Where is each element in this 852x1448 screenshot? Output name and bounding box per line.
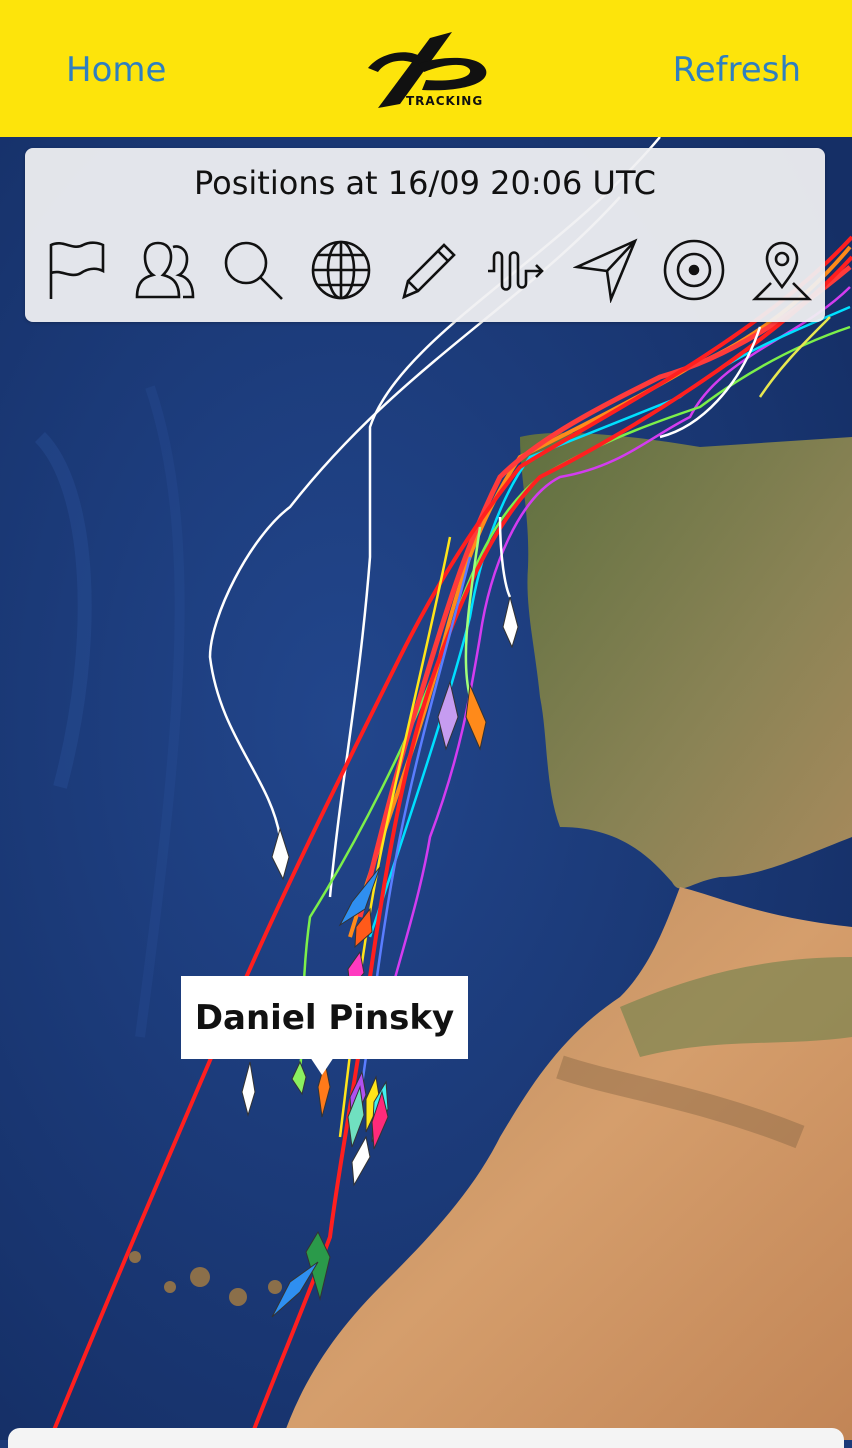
globe-button[interactable] <box>304 234 378 306</box>
tooltip-pointer <box>310 1057 334 1075</box>
boat-tooltip: Daniel Pinsky <box>181 976 468 1059</box>
logo-text: TRACKING <box>406 94 484 108</box>
map-toolbar <box>39 234 819 306</box>
positions-panel: Positions at 16/09 20:06 UTC <box>25 148 825 322</box>
people-icon <box>135 241 195 299</box>
refresh-link[interactable]: Refresh <box>673 50 801 90</box>
home-link[interactable]: Home <box>66 50 166 90</box>
draw-button[interactable] <box>392 234 466 306</box>
map-canvas <box>0 137 852 1440</box>
wave-arrow-icon <box>488 251 545 291</box>
target-button[interactable] <box>657 234 731 306</box>
navigation-arrow-icon <box>572 238 637 303</box>
iberia-land <box>520 432 852 889</box>
bottom-sheet-handle[interactable] <box>8 1428 844 1448</box>
navigate-button[interactable] <box>569 234 643 306</box>
map-pin-icon <box>751 241 813 301</box>
pencil-icon <box>402 243 456 300</box>
boat-name: Daniel Pinsky <box>194 997 455 1038</box>
search-icon <box>224 241 283 300</box>
search-button[interactable] <box>216 234 290 306</box>
wave-button[interactable] <box>480 234 554 306</box>
app-header: Home TRACKING Refresh <box>0 0 852 137</box>
positions-timestamp: Positions at 16/09 20:06 UTC <box>194 164 656 202</box>
flag-button[interactable] <box>39 234 113 306</box>
flag-icon <box>49 241 105 299</box>
target-icon <box>663 239 725 301</box>
globe-icon <box>311 240 371 300</box>
pin-button[interactable] <box>745 234 819 306</box>
people-button[interactable] <box>127 234 201 306</box>
tracking-map[interactable] <box>0 137 852 1440</box>
